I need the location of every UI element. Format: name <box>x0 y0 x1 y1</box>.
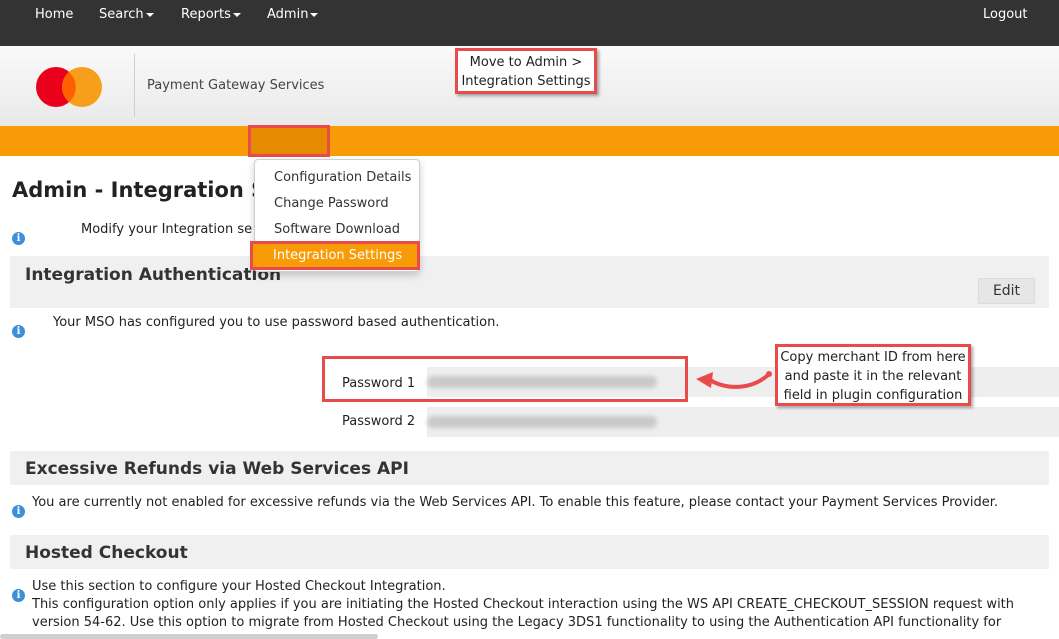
info-icon: i <box>12 589 25 602</box>
password-highlight-box <box>322 356 688 402</box>
nav-home-label: Home <box>35 7 74 22</box>
hosted-line-2: This configuration option only applies i… <box>32 597 1015 612</box>
excessive-refunds-section: Excessive Refunds via Web Services API <box>10 451 1049 485</box>
menu-item-integration-settings[interactable]: Integration Settings <box>250 241 420 270</box>
menu-item-configuration-details[interactable]: Configuration Details <box>274 170 411 185</box>
password-2-value <box>427 416 657 428</box>
edit-button[interactable]: Edit <box>978 278 1035 304</box>
nav-search-label: Search <box>99 7 144 22</box>
merchant-id-callout: Copy merchant ID from here and paste it … <box>775 344 971 406</box>
section-title: Hosted Checkout <box>25 543 188 563</box>
callout-line: field in plugin configuration <box>783 388 963 403</box>
admin-instruction-callout: Move to Admin > Integration Settings <box>455 48 597 94</box>
info-icon: i <box>12 325 25 338</box>
nav-reports[interactable]: Reports <box>181 0 241 30</box>
caret-down-icon <box>145 12 154 17</box>
brand-name: Payment Gateway Services <box>147 78 325 93</box>
nav-logout-label: Logout <box>983 7 1028 22</box>
mastercard-logo[interactable] <box>35 66 105 108</box>
callout-line: Integration Settings <box>461 74 591 89</box>
info-icon: i <box>12 232 25 245</box>
section-title: Integration Authentication <box>25 265 282 285</box>
hosted-line-3: version 54-62. Use this option to migrat… <box>32 615 1002 630</box>
horizontal-scrollbar[interactable] <box>0 634 378 639</box>
hosted-line-1: Use this section to configure your Hoste… <box>32 579 446 594</box>
callout-line: and paste it in the relevant <box>784 369 962 384</box>
auth-note: Your MSO has configured you to use passw… <box>53 315 500 330</box>
page-title: Admin - Integration S <box>12 178 267 202</box>
callout-line: Copy merchant ID from here <box>780 350 966 365</box>
admin-highlight-box <box>248 125 330 157</box>
integration-auth-section: Integration Authentication <box>10 256 1049 308</box>
refunds-note: You are currently not enabled for excess… <box>32 495 999 510</box>
callout-line: Move to Admin > <box>469 55 583 70</box>
hosted-checkout-section: Hosted Checkout <box>10 535 1049 569</box>
nav-home[interactable]: Home <box>35 0 73 30</box>
section-title: Excessive Refunds via Web Services API <box>25 459 409 479</box>
nav-reports-label: Reports <box>181 7 231 22</box>
caret-down-icon <box>232 12 241 17</box>
browser-top-bar <box>0 0 1059 46</box>
menu-item-software-download[interactable]: Software Download <box>274 222 400 237</box>
nav-search[interactable]: Search <box>99 0 154 30</box>
caret-down-icon <box>310 12 319 17</box>
main-nav <box>0 126 1059 156</box>
nav-logout[interactable]: Logout <box>983 0 1028 30</box>
nav-admin[interactable]: Admin <box>267 0 319 30</box>
page-intro: Modify your Integration se <box>81 222 253 237</box>
password-2-label: Password 2 <box>342 414 416 429</box>
info-icon: i <box>12 505 25 518</box>
menu-item-change-password[interactable]: Change Password <box>274 196 389 211</box>
curved-arrow-icon <box>696 371 772 389</box>
header-divider <box>134 54 135 117</box>
nav-admin-label: Admin <box>267 7 309 22</box>
